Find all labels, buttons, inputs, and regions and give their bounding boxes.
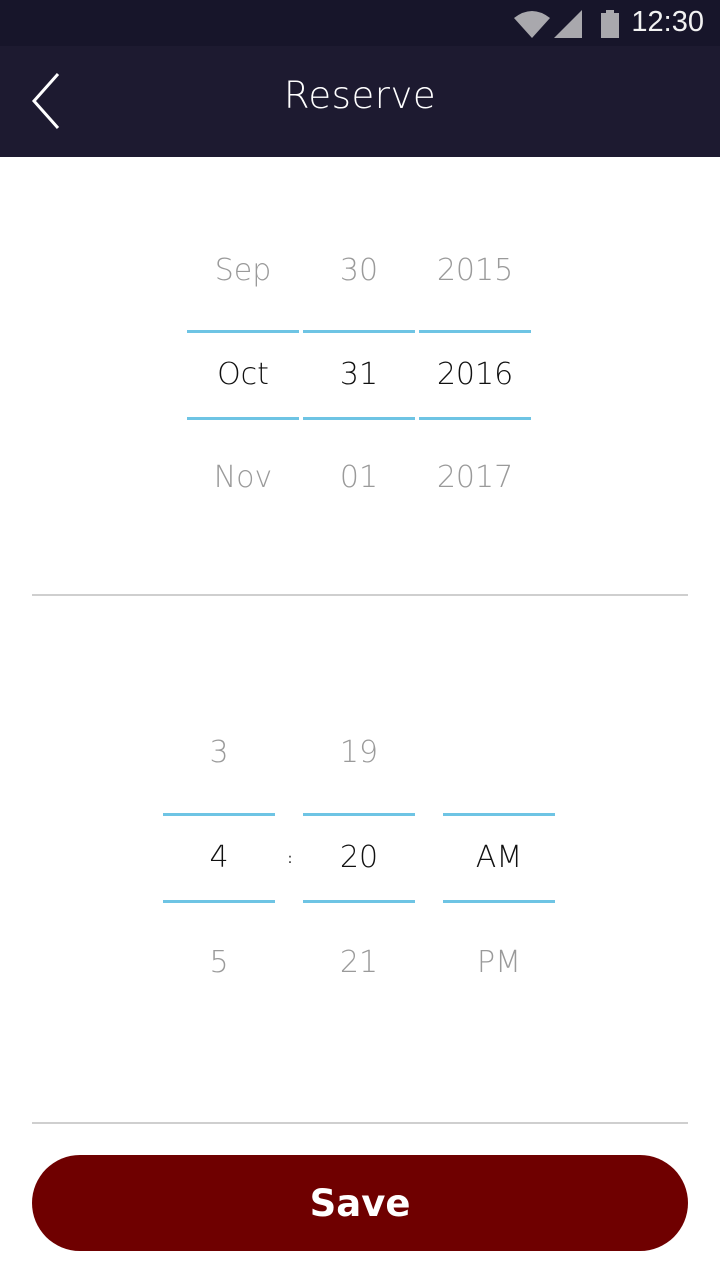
save-button[interactable]: Save — [32, 1155, 688, 1251]
hour-selected[interactable]: 4 — [163, 840, 275, 875]
selection-line-top — [163, 813, 275, 816]
day-selected[interactable]: 31 — [303, 357, 415, 392]
divider — [32, 594, 688, 596]
year-wheel[interactable]: 2015 2016 2017 — [419, 237, 531, 517]
selection-line-bottom — [303, 417, 415, 420]
wifi-icon — [514, 11, 550, 38]
content: Sep Oct Nov 30 31 01 2015 2016 2017 3 4 — [0, 157, 720, 1280]
selection-line-bottom — [163, 900, 275, 903]
selection-line-bottom — [303, 900, 415, 903]
selection-line-top — [419, 330, 531, 333]
hour-prev[interactable]: 3 — [163, 735, 275, 770]
minute-next[interactable]: 21 — [303, 945, 415, 980]
app-bar: Reserve — [0, 46, 720, 157]
selection-line-top — [187, 330, 299, 333]
time-separator: : — [287, 851, 293, 867]
minute-prev[interactable]: 19 — [303, 735, 415, 770]
selection-line-bottom — [187, 417, 299, 420]
page-title: Reserve — [283, 74, 437, 117]
selection-line-bottom — [443, 900, 555, 903]
period-next[interactable]: PM — [443, 945, 555, 980]
day-next[interactable]: 01 — [303, 460, 415, 495]
month-selected[interactable]: Oct — [187, 357, 299, 392]
status-bar: 12:30 — [0, 0, 720, 46]
year-next[interactable]: 2017 — [419, 460, 531, 495]
period-wheel[interactable]: AM PM — [443, 719, 555, 999]
period-selected[interactable]: AM — [443, 840, 555, 875]
battery-icon — [601, 10, 619, 38]
cellular-signal-icon — [554, 10, 582, 38]
selection-line-top — [443, 813, 555, 816]
selection-line-top — [303, 330, 415, 333]
month-wheel[interactable]: Sep Oct Nov — [187, 237, 299, 517]
day-prev[interactable]: 30 — [303, 253, 415, 288]
status-time: 12:30 — [631, 6, 704, 38]
divider — [32, 1122, 688, 1124]
minute-selected[interactable]: 20 — [303, 840, 415, 875]
selection-line-bottom — [419, 417, 531, 420]
hour-next[interactable]: 5 — [163, 945, 275, 980]
day-wheel[interactable]: 30 31 01 — [303, 237, 415, 517]
hour-wheel[interactable]: 3 4 5 — [163, 719, 275, 999]
selection-line-top — [303, 813, 415, 816]
month-next[interactable]: Nov — [187, 460, 299, 495]
minute-wheel[interactable]: 19 20 21 — [303, 719, 415, 999]
year-prev[interactable]: 2015 — [419, 253, 531, 288]
month-prev[interactable]: Sep — [187, 253, 299, 288]
year-selected[interactable]: 2016 — [419, 357, 531, 392]
